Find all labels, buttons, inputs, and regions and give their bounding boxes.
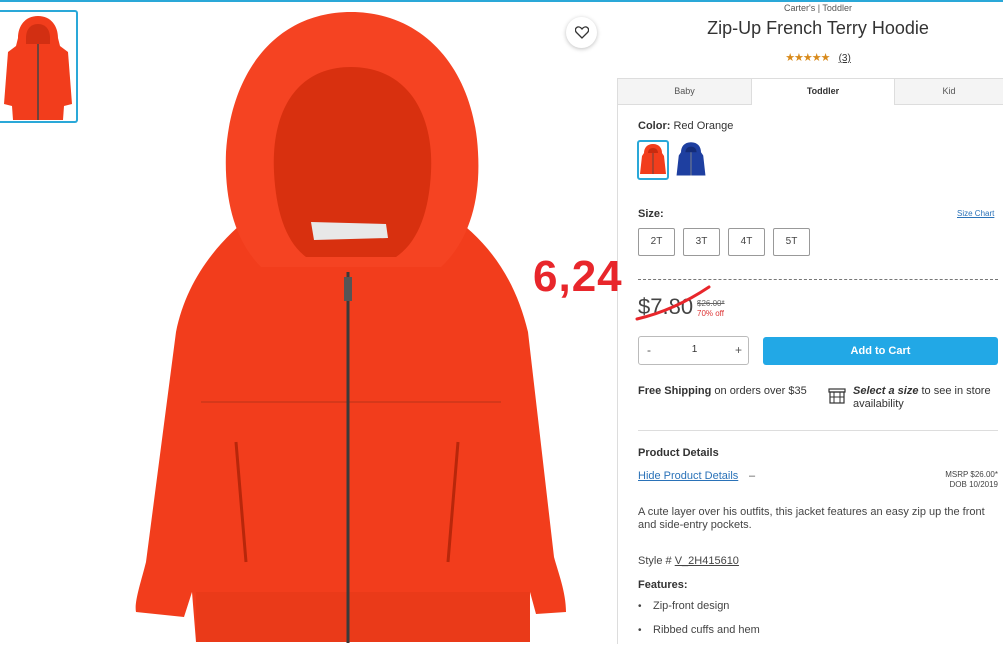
quantity-value[interactable]: 1 (639, 344, 750, 355)
review-count-link[interactable]: (3) (839, 53, 851, 64)
discount-percent: 70% off (697, 309, 724, 318)
color-value: Red Orange (673, 120, 734, 132)
style-number: V_2H415610 (674, 555, 739, 567)
details-divider (638, 430, 998, 431)
swatch-navy-blue[interactable] (675, 140, 707, 180)
style-prefix: Style # (638, 555, 672, 567)
size-option-3t[interactable]: 3T (683, 228, 720, 256)
style-number-row: Style # V_2H415610 (638, 555, 739, 567)
add-to-cart-button[interactable]: Add to Cart (763, 337, 998, 365)
age-tabs: Baby Toddler Kid (617, 78, 1003, 105)
product-title: Zip-Up French Terry Hoodie (707, 18, 929, 38)
quantity-stepper: - 1 + (638, 336, 749, 365)
tab-kid[interactable]: Kid (894, 79, 1003, 105)
hide-product-details-link[interactable]: Hide Product Details (638, 470, 738, 482)
list-item: • Zip-front design (638, 600, 760, 624)
brand-breadcrumb: Carter's | Toddler (784, 3, 852, 13)
price-divider (638, 279, 998, 280)
thumbnail-selected[interactable] (0, 10, 78, 123)
swatch-hoodie-blue-icon (676, 142, 706, 176)
color-label-row: Color: Red Orange (638, 120, 733, 132)
product-details-heading: Product Details (638, 447, 719, 459)
bullet-icon: • (638, 625, 642, 636)
free-shipping-bold: Free Shipping (638, 385, 712, 397)
size-chart-link[interactable]: Size Chart (957, 209, 994, 218)
features-list: • Zip-front design • Ribbed cuffs and hem (638, 600, 760, 648)
feature-text: Ribbed cuffs and hem (653, 624, 760, 636)
swatch-red-orange[interactable] (637, 140, 669, 180)
tab-baby[interactable]: Baby (617, 79, 751, 105)
msrp-line: MSRP $26.00* (945, 470, 998, 479)
favorite-button[interactable] (566, 17, 597, 48)
bullet-icon: • (638, 601, 642, 612)
list-item: • Ribbed cuffs and hem (638, 624, 760, 648)
hoodie-illustration (135, 12, 567, 643)
quantity-increase-button[interactable]: + (735, 343, 742, 357)
main-product-image[interactable] (96, 2, 604, 643)
msrp-price: $26.00* (697, 299, 725, 308)
size-label: Size: (638, 208, 664, 220)
store-icon (828, 388, 846, 404)
rating-row: ★★★★★ (3) (620, 51, 1003, 64)
tab-toddler[interactable]: Toddler (751, 79, 894, 105)
collapse-dash-icon[interactable]: – (749, 470, 755, 482)
thumbnail-hoodie-image (4, 16, 72, 120)
swatch-hoodie-red-icon (640, 144, 666, 174)
size-option-5t[interactable]: 5T (773, 228, 810, 256)
free-shipping-rest: on orders over $35 (711, 385, 807, 397)
product-description: A cute layer over his outfits, this jack… (638, 506, 985, 531)
dob-line: DOB 10/2019 (949, 480, 998, 489)
store-availability-note: Select a size to see in store availabili… (853, 385, 1003, 411)
features-heading: Features: (638, 579, 688, 591)
free-shipping-note: Free Shipping on orders over $35 (638, 385, 808, 398)
size-option-4t[interactable]: 4T (728, 228, 765, 256)
size-option-2t[interactable]: 2T (638, 228, 675, 256)
select-size-bold: Select a size (853, 385, 919, 397)
star-rating-icon: ★★★★★ (785, 52, 830, 64)
color-label: Color: (638, 120, 671, 132)
msrp-dob-block: MSRP $26.00* DOB 10/2019 (900, 470, 998, 490)
feature-text: Zip-front design (653, 600, 730, 612)
handwritten-price-annotation: 6,24 (533, 252, 623, 301)
heart-icon (574, 26, 589, 39)
